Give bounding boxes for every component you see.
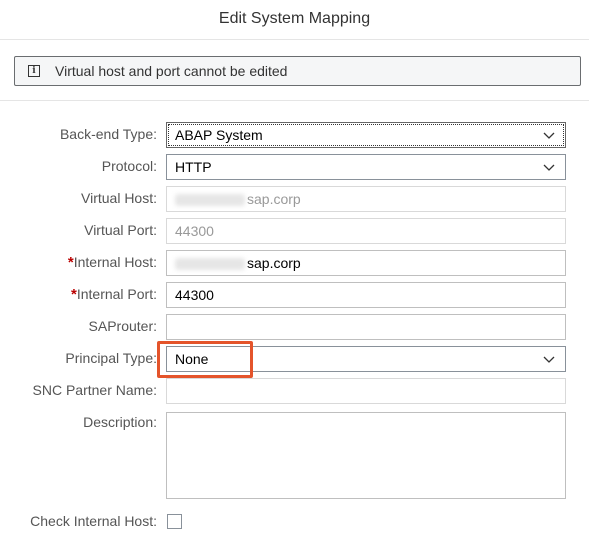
internal-port-label-text: Internal Port: <box>76 286 157 302</box>
info-message-text: Virtual host and port cannot be edited <box>55 63 288 79</box>
chevron-down-icon <box>543 356 555 363</box>
redacted-text <box>175 258 245 271</box>
check-internal-host-label: Check Internal Host: <box>30 513 157 529</box>
divider <box>0 100 589 101</box>
description-label: Description: <box>83 414 157 430</box>
saprouter-label: SAProuter: <box>88 318 157 334</box>
virtual-host-label: Virtual Host: <box>81 190 157 206</box>
snc-partner-name-field <box>166 378 566 404</box>
info-message-strip: i Virtual host and port cannot be edited <box>14 56 581 86</box>
description-textarea[interactable] <box>166 412 566 499</box>
virtual-port-label: Virtual Port: <box>84 222 157 238</box>
virtual-host-field: sap.corp <box>166 186 566 212</box>
internal-port-value: 44300 <box>175 287 214 303</box>
internal-port-label: *Internal Port: <box>71 286 157 303</box>
principal-type-label: Principal Type: <box>65 350 157 366</box>
redacted-text <box>175 194 245 207</box>
virtual-host-value: sap.corp <box>247 191 301 207</box>
snc-partner-name-label: SNC Partner Name: <box>32 382 157 398</box>
protocol-select[interactable]: HTTP <box>166 154 566 180</box>
saprouter-input[interactable] <box>166 314 566 340</box>
internal-host-label: *Internal Host: <box>68 254 157 271</box>
check-internal-host-checkbox[interactable] <box>167 514 182 529</box>
protocol-value: HTTP <box>175 159 212 175</box>
chevron-down-icon <box>543 164 555 171</box>
dialog-header: Edit System Mapping <box>0 0 589 40</box>
chevron-down-icon <box>543 132 555 139</box>
internal-host-value: sap.corp <box>247 255 301 271</box>
virtual-port-field: 44300 <box>166 218 566 244</box>
dialog-title: Edit System Mapping <box>218 10 371 27</box>
backend-type-value: ABAP System <box>175 127 263 143</box>
principal-type-select[interactable]: None <box>166 346 566 372</box>
internal-host-input[interactable]: sap.corp <box>166 250 566 276</box>
protocol-label: Protocol: <box>101 158 157 174</box>
internal-port-input[interactable]: 44300 <box>166 282 566 308</box>
backend-type-select[interactable]: ABAP System <box>166 122 566 148</box>
info-icon: i <box>28 65 40 77</box>
virtual-port-value: 44300 <box>175 223 214 239</box>
internal-host-label-text: Internal Host: <box>73 254 157 270</box>
backend-type-label: Back-end Type: <box>59 126 157 142</box>
principal-type-value: None <box>175 351 209 367</box>
